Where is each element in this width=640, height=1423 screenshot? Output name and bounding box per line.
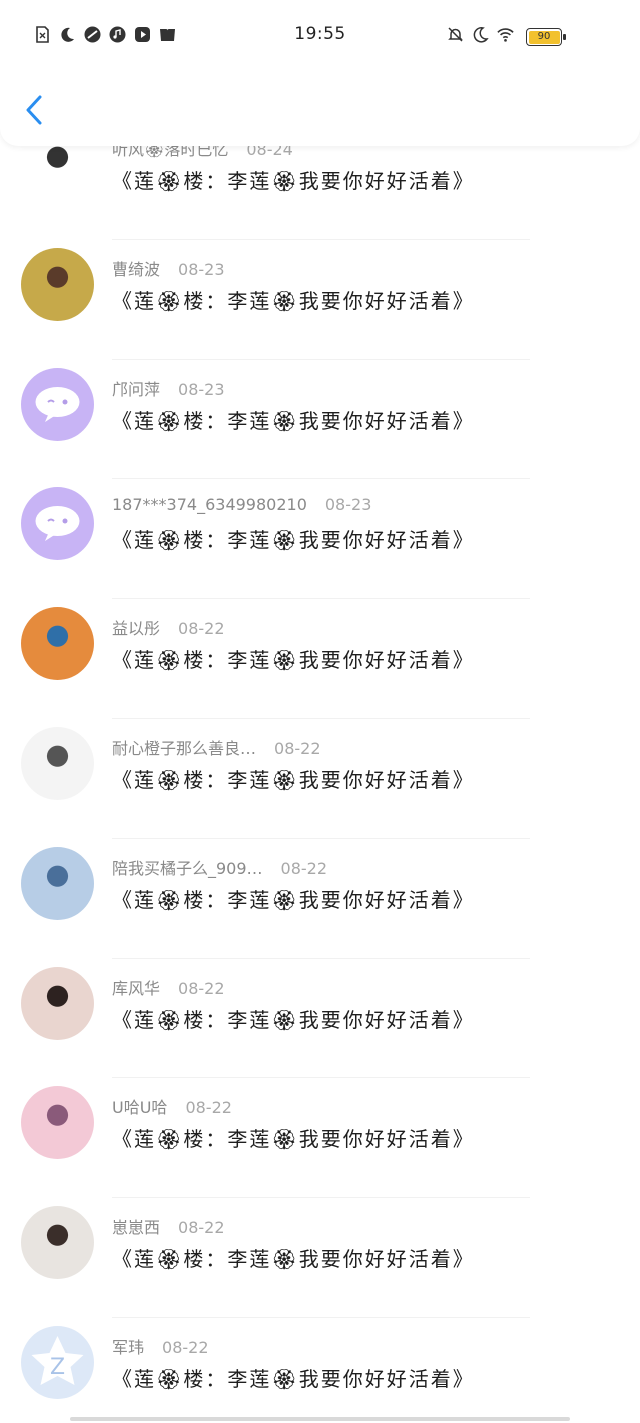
avatar[interactable] [21, 966, 94, 1040]
list-item[interactable]: 曹绮波 08-23 《莲🏵楼：李莲🏵我要你好好活着》 [0, 240, 640, 360]
comment-date: 08-23 [178, 379, 225, 399]
list-item[interactable]: 耐心橙子那么善良… 08-22 《莲🏵楼：李莲🏵我要你好好活着》 [0, 719, 640, 839]
list-item[interactable]: 库风华 08-22 《莲🏵楼：李莲🏵我要你好好活着》 [0, 959, 640, 1079]
svg-text:Z: Z [50, 1355, 65, 1380]
username[interactable]: 陪我买橘子么_909… [112, 859, 263, 878]
comment-text: 《莲🏵楼：李莲🏵我要你好好活着》 [112, 1127, 475, 1152]
username[interactable]: 军玮 [112, 1338, 144, 1357]
username[interactable]: U哈U哈 [112, 1098, 167, 1117]
comment-text: 《莲🏵楼：李莲🏵我要你好好活着》 [112, 767, 475, 792]
comment-meta: 崽崽西 08-22 [112, 1214, 225, 1238]
comment-date: 08-22 [178, 619, 225, 639]
comment-text: 《莲🏵楼：李莲🏵我要你好好活着》 [112, 887, 475, 912]
comment-text: 《莲🏵楼：李莲🏵我要你好好活着》 [112, 288, 475, 313]
list-item[interactable]: U哈U哈 08-22 《莲🏵楼：李莲🏵我要你好好活着》 [0, 1078, 640, 1199]
home-indicator[interactable] [70, 1417, 570, 1421]
list-item[interactable]: 187***374_6349980210 08-23 《莲🏵楼：李莲🏵我要你好好活着… [0, 479, 640, 600]
comment-date: 08-22 [185, 1098, 232, 1118]
back-button[interactable] [20, 92, 52, 128]
avatar[interactable]: Z [21, 1325, 94, 1399]
comment-date: 08-22 [274, 738, 321, 758]
comment-date: 08-22 [178, 1218, 225, 1238]
username[interactable]: 崽崽西 [112, 1218, 160, 1237]
top-bar: 19:55 90 [0, 0, 640, 146]
list-item[interactable]: 陪我买橘子么_909… 08-22 《莲🏵楼：李莲🏵我要你好好活着》 [0, 839, 640, 959]
comment-meta: 军玮 08-22 [112, 1334, 209, 1358]
avatar[interactable] [21, 367, 94, 441]
username[interactable]: 邝问萍 [112, 380, 160, 399]
status-icons-right [447, 26, 514, 43]
username[interactable]: 益以彤 [112, 619, 160, 638]
list-item[interactable]: 崽崽西 08-22 《莲🏵楼：李莲🏵我要你好好活着》 [0, 1198, 640, 1318]
status-bar: 19:55 90 [0, 20, 640, 52]
comment-date: 08-23 [178, 259, 225, 279]
avatar[interactable] [21, 1206, 94, 1280]
battery-level: 90 [528, 30, 560, 44]
avatar[interactable] [21, 726, 94, 800]
battery-icon: 90 [526, 28, 566, 46]
chevron-left-icon [26, 95, 42, 125]
comment-text: 《莲🏵楼：李莲🏵我要你好好活着》 [112, 1247, 475, 1272]
wifi-icon [497, 26, 514, 43]
avatar[interactable] [21, 846, 94, 920]
list-item[interactable]: Z 军玮 08-22 《莲🏵楼：李莲🏵我要你好好活着》 [0, 1318, 640, 1423]
avatar[interactable] [21, 1086, 94, 1160]
bell-off-icon [447, 26, 464, 43]
moon-icon [472, 26, 489, 43]
comment-text: 《莲🏵楼：李莲🏵我要你好好活着》 [112, 169, 475, 193]
comment-meta: 库风华 08-22 [112, 975, 225, 999]
list-item[interactable]: 益以彤 08-22 《莲🏵楼：李莲🏵我要你好好活着》 [0, 599, 640, 719]
username[interactable]: 耐心橙子那么善良… [112, 739, 256, 758]
comment-date: 08-23 [324, 495, 372, 515]
username[interactable]: 曹绮波 [112, 260, 160, 279]
comment-meta: 益以彤 08-22 [112, 615, 225, 639]
avatar[interactable] [21, 247, 94, 321]
username[interactable]: 库风华 [112, 979, 160, 998]
comment-text: 《莲🏵楼：李莲🏵我要你好好活着》 [112, 1007, 475, 1032]
comment-text: 《莲🏵楼：李莲🏵我要你好好活着》 [112, 648, 475, 673]
comment-meta: 陪我买橘子么_909… 08-22 [112, 855, 327, 879]
username[interactable]: 187***374_6349980210 [112, 495, 307, 514]
comment-meta: 邝问萍 08-23 [112, 376, 225, 400]
comment-date: 08-22 [280, 858, 328, 878]
comment-meta: 耐心橙子那么善良… 08-22 [112, 735, 321, 759]
comment-text: 《莲🏵楼：李莲🏵我要你好好活着》 [112, 528, 475, 553]
comment-date: 08-22 [178, 978, 225, 998]
comment-meta: U哈U哈 08-22 [112, 1094, 232, 1118]
comment-date: 08-22 [162, 1337, 209, 1357]
comment-meta: 187***374_6349980210 08-23 [112, 495, 371, 514]
list-item[interactable]: 邝问萍 08-23 《莲🏵楼：李莲🏵我要你好好活着》 [0, 360, 640, 480]
comment-text: 《莲🏵楼：李莲🏵我要你好好活着》 [112, 408, 475, 433]
comment-text: 《莲🏵楼：李莲🏵我要你好好活着》 [112, 1366, 475, 1391]
comment-meta: 曹绮波 08-23 [112, 256, 225, 280]
avatar[interactable] [21, 487, 94, 561]
avatar[interactable] [21, 607, 94, 681]
comment-list: 听风🏵落时已忆 08-24 《莲🏵楼：李莲🏵我要你好好活着》 曹绮波 08-23 《莲🏵楼… [0, 120, 640, 1423]
